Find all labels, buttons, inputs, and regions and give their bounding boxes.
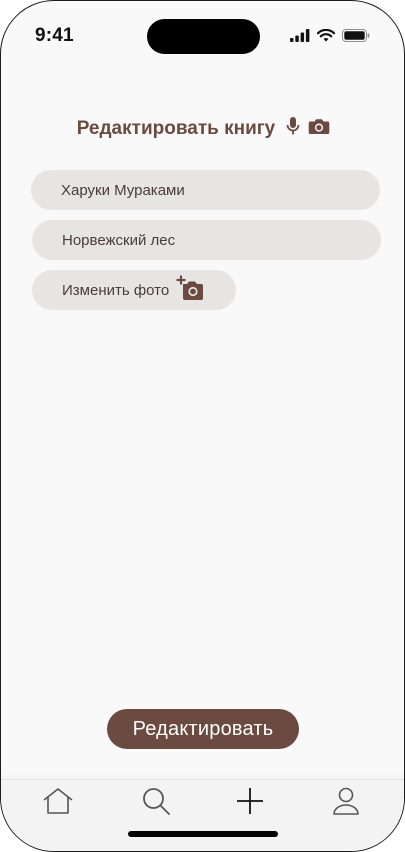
profile-icon (332, 786, 360, 821)
change-photo-button[interactable]: Изменить фото (32, 270, 236, 310)
book-title-input[interactable]: Норвежский лес (32, 220, 381, 260)
home-indicator[interactable] (128, 831, 278, 837)
search-icon (141, 786, 171, 821)
status-time: 9:41 (35, 25, 74, 46)
tab-profile[interactable] (329, 786, 363, 820)
cellular-signal-icon (290, 29, 310, 47)
edit-submit-button[interactable]: Редактировать (107, 709, 299, 749)
page-title: Редактировать книгу (76, 117, 276, 139)
battery-icon (342, 29, 370, 47)
header-icons (286, 116, 330, 141)
page-header: Редактировать книгу (1, 116, 404, 141)
phone-frame: 9:41 Редактировать книгу Харуки Мураками… (0, 0, 405, 852)
dynamic-island (147, 19, 260, 54)
camera-icon[interactable] (308, 118, 330, 140)
tab-add[interactable] (233, 786, 267, 820)
author-input[interactable]: Харуки Мураками (31, 170, 380, 210)
microphone-icon[interactable] (286, 116, 300, 141)
tab-search[interactable] (139, 786, 173, 820)
home-icon (42, 787, 74, 820)
wifi-icon (316, 28, 336, 47)
status-icons (290, 28, 370, 47)
add-photo-icon (176, 275, 204, 305)
tab-bar (1, 779, 404, 851)
change-photo-label: Изменить фото (62, 281, 170, 299)
plus-icon (235, 786, 265, 821)
tab-home[interactable] (41, 786, 75, 820)
